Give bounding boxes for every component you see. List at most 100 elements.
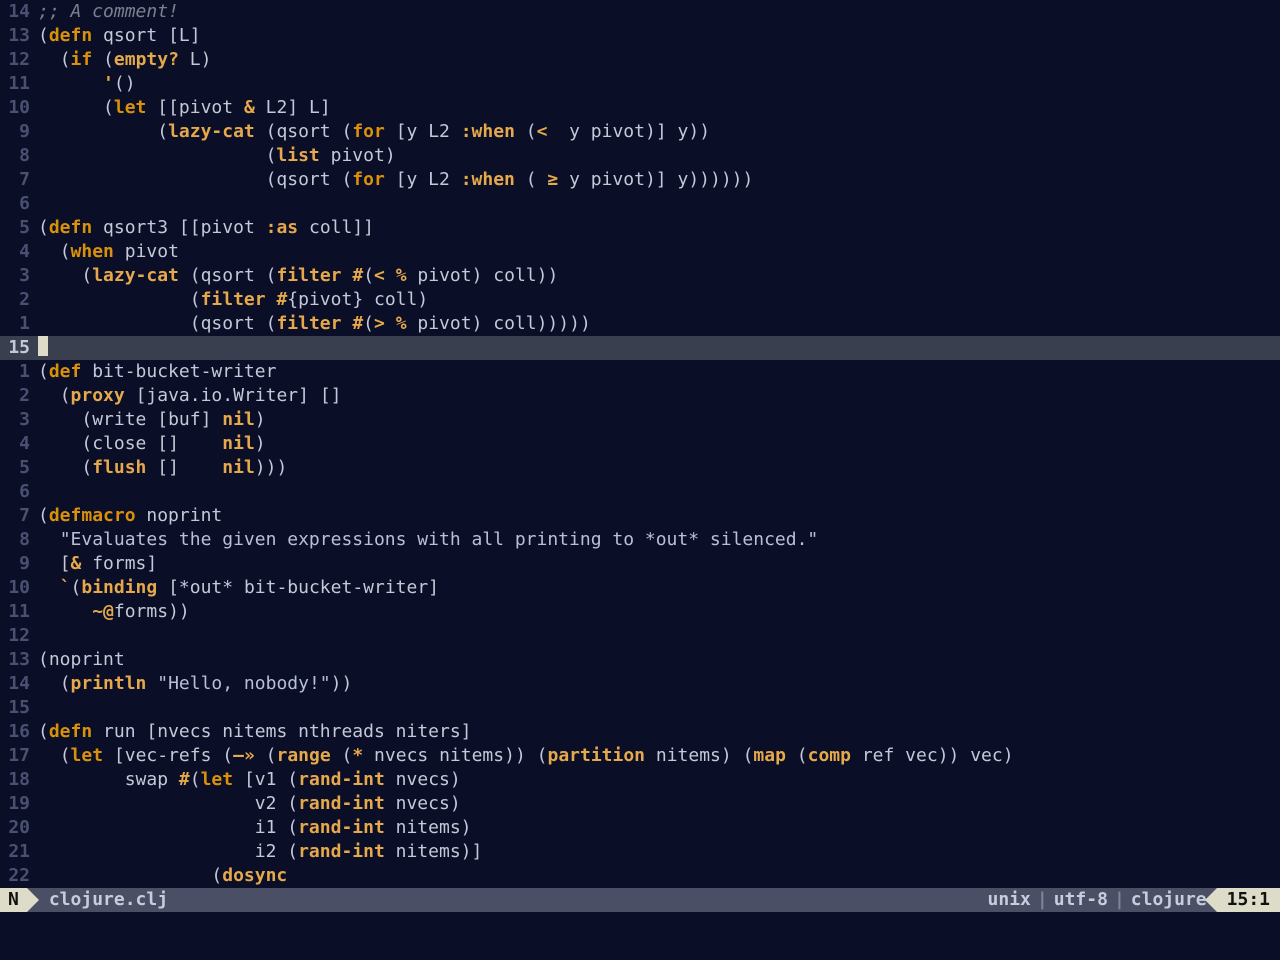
token: rand-int <box>298 793 385 814</box>
code-line[interactable]: 4 (when pivot <box>0 240 1280 264</box>
code-content[interactable]: (write [buf] nil) <box>38 408 1280 432</box>
code-content[interactable]: (dosync <box>38 864 1280 888</box>
code-content[interactable]: (let [vec-refs (—» (range (* nvecs nitem… <box>38 744 1280 768</box>
code-line[interactable]: 1(def bit-bucket-writer <box>0 360 1280 384</box>
token: *out* bit-bucket-writer <box>179 577 428 598</box>
code-content[interactable]: `(binding [*out* bit-bucket-writer] <box>38 576 1280 600</box>
code-content[interactable]: (defmacro noprint <box>38 504 1280 528</box>
code-line[interactable]: 5 (flush [] nil))) <box>0 456 1280 480</box>
code-line[interactable]: 11 '() <box>0 72 1280 96</box>
token: qsort <box>201 313 266 334</box>
code-content[interactable]: (list pivot) <box>38 144 1280 168</box>
code-content[interactable] <box>38 480 1280 504</box>
code-content[interactable]: (defn qsort [L] <box>38 24 1280 48</box>
code-content[interactable]: (if (empty? L) <box>38 48 1280 72</box>
code-line[interactable]: 11 ~@forms)) <box>0 600 1280 624</box>
code-line[interactable]: 13(noprint <box>0 648 1280 672</box>
token <box>38 313 190 334</box>
code-line[interactable]: 5(defn qsort3 [[pivot :as coll]] <box>0 216 1280 240</box>
line-number: 6 <box>0 480 38 504</box>
code-content[interactable]: v2 (rand-int nvecs) <box>38 792 1280 816</box>
code-line[interactable]: 9 [& forms] <box>0 552 1280 576</box>
code-line[interactable]: 14;; A comment! <box>0 0 1280 24</box>
code-line[interactable]: 8 "Evaluates the given expressions with … <box>0 528 1280 552</box>
code-content[interactable]: (defn qsort3 [[pivot :as coll]] <box>38 216 1280 240</box>
code-line[interactable]: 12 <box>0 624 1280 648</box>
code-line[interactable]: 7(defmacro noprint <box>0 504 1280 528</box>
token: ] <box>190 25 201 46</box>
token: vec <box>959 745 1002 766</box>
code-content[interactable]: (noprint <box>38 648 1280 672</box>
line-number: 9 <box>0 552 38 576</box>
code-line[interactable]: 10 `(binding [*out* bit-bucket-writer] <box>0 576 1280 600</box>
token: ) <box>461 817 472 838</box>
token: :when <box>461 121 515 142</box>
code-line[interactable]: 3 (lazy-cat (qsort (filter #(< % pivot) … <box>0 264 1280 288</box>
token: ( <box>287 793 298 814</box>
code-content[interactable]: [& forms] <box>38 552 1280 576</box>
code-content[interactable]: (flush [] nil))) <box>38 456 1280 480</box>
code-line[interactable]: 17 (let [vec-refs (—» (range (* nvecs ni… <box>0 744 1280 768</box>
token: ] <box>146 553 157 574</box>
code-line[interactable]: 7 (qsort (for [y L2 :when ( ≥ y pivot)] … <box>0 168 1280 192</box>
code-content[interactable]: (proxy [java.io.Writer] [] <box>38 384 1280 408</box>
token <box>38 529 60 550</box>
token: L <box>298 97 320 118</box>
code-content[interactable]: swap #(let [v1 (rand-int nvecs) <box>38 768 1280 792</box>
code-line[interactable]: 21 i2 (rand-int nitems)] <box>0 840 1280 864</box>
code-content[interactable]: (lazy-cat (qsort (for [y L2 :when (< y p… <box>38 120 1280 144</box>
code-content[interactable]: (println "Hello, nobody!")) <box>38 672 1280 696</box>
code-content[interactable]: '() <box>38 72 1280 96</box>
line-number: 16 <box>0 720 38 744</box>
code-line[interactable]: 19 v2 (rand-int nvecs) <box>0 792 1280 816</box>
status-separator: | <box>1031 888 1054 912</box>
code-line[interactable]: 13(defn qsort [L] <box>0 24 1280 48</box>
code-line[interactable]: 14 (println "Hello, nobody!")) <box>0 672 1280 696</box>
code-line[interactable]: 4 (close [] nil) <box>0 432 1280 456</box>
line-number: 1 <box>0 312 38 336</box>
code-line[interactable]: 18 swap #(let [v1 (rand-int nvecs) <box>0 768 1280 792</box>
code-content[interactable]: (let [[pivot & L2] L] <box>38 96 1280 120</box>
code-line[interactable]: 6 <box>0 480 1280 504</box>
code-content[interactable]: (def bit-bucket-writer <box>38 360 1280 384</box>
code-line[interactable]: 2 (filter #{pivot} coll) <box>0 288 1280 312</box>
code-content[interactable]: (when pivot <box>38 240 1280 264</box>
code-line[interactable]: 2 (proxy [java.io.Writer] [] <box>0 384 1280 408</box>
token: let <box>71 745 104 766</box>
code-content[interactable]: i1 (rand-int nitems) <box>38 816 1280 840</box>
editor[interactable]: 14;; A comment!13(defn qsort [L]12 (if (… <box>0 0 1280 960</box>
code-line[interactable]: 16(defn run [nvecs nitems nthreads niter… <box>0 720 1280 744</box>
token: nvecs nitems nthreads niters <box>157 721 460 742</box>
code-content[interactable]: (qsort (for [y L2 :when ( ≥ y pivot)] y)… <box>38 168 1280 192</box>
line-number: 8 <box>0 144 38 168</box>
code-content[interactable]: (lazy-cat (qsort (filter #(< % pivot) co… <box>38 264 1280 288</box>
code-content[interactable]: i2 (rand-int nitems)] <box>38 840 1280 864</box>
code-line[interactable]: 10 (let [[pivot & L2] L] <box>0 96 1280 120</box>
code-content[interactable] <box>38 696 1280 720</box>
code-content[interactable]: (qsort (filter #(> % pivot) coll))))) <box>38 312 1280 336</box>
code-line[interactable]: 20 i1 (rand-int nitems) <box>0 816 1280 840</box>
token <box>38 385 60 406</box>
code-content[interactable]: (defn run [nvecs nitems nthreads niters] <box>38 720 1280 744</box>
code-line[interactable]: 12 (if (empty? L) <box>0 48 1280 72</box>
token: rand-int <box>298 769 385 790</box>
code-content[interactable] <box>38 192 1280 216</box>
code-content[interactable]: (filter #{pivot} coll) <box>38 288 1280 312</box>
token: # <box>276 289 287 310</box>
code-content[interactable]: (close [] nil) <box>38 432 1280 456</box>
token: ( <box>341 121 352 142</box>
code-content[interactable] <box>38 624 1280 648</box>
code-line[interactable]: 8 (list pivot) <box>0 144 1280 168</box>
code-line[interactable]: 1 (qsort (filter #(> % pivot) coll))))) <box>0 312 1280 336</box>
code-line[interactable]: 6 <box>0 192 1280 216</box>
code-content[interactable]: "Evaluates the given expressions with al… <box>38 528 1280 552</box>
code-line[interactable]: 15 <box>0 336 1280 360</box>
code-line[interactable]: 15 <box>0 696 1280 720</box>
code-content[interactable]: ~@forms)) <box>38 600 1280 624</box>
code-line[interactable]: 9 (lazy-cat (qsort (for [y L2 :when (< y… <box>0 120 1280 144</box>
code-line[interactable]: 22 (dosync <box>0 864 1280 888</box>
code-line[interactable]: 3 (write [buf] nil) <box>0 408 1280 432</box>
code-content[interactable] <box>38 336 1280 360</box>
code-content[interactable]: ;; A comment! <box>38 0 1280 24</box>
token <box>331 745 342 766</box>
